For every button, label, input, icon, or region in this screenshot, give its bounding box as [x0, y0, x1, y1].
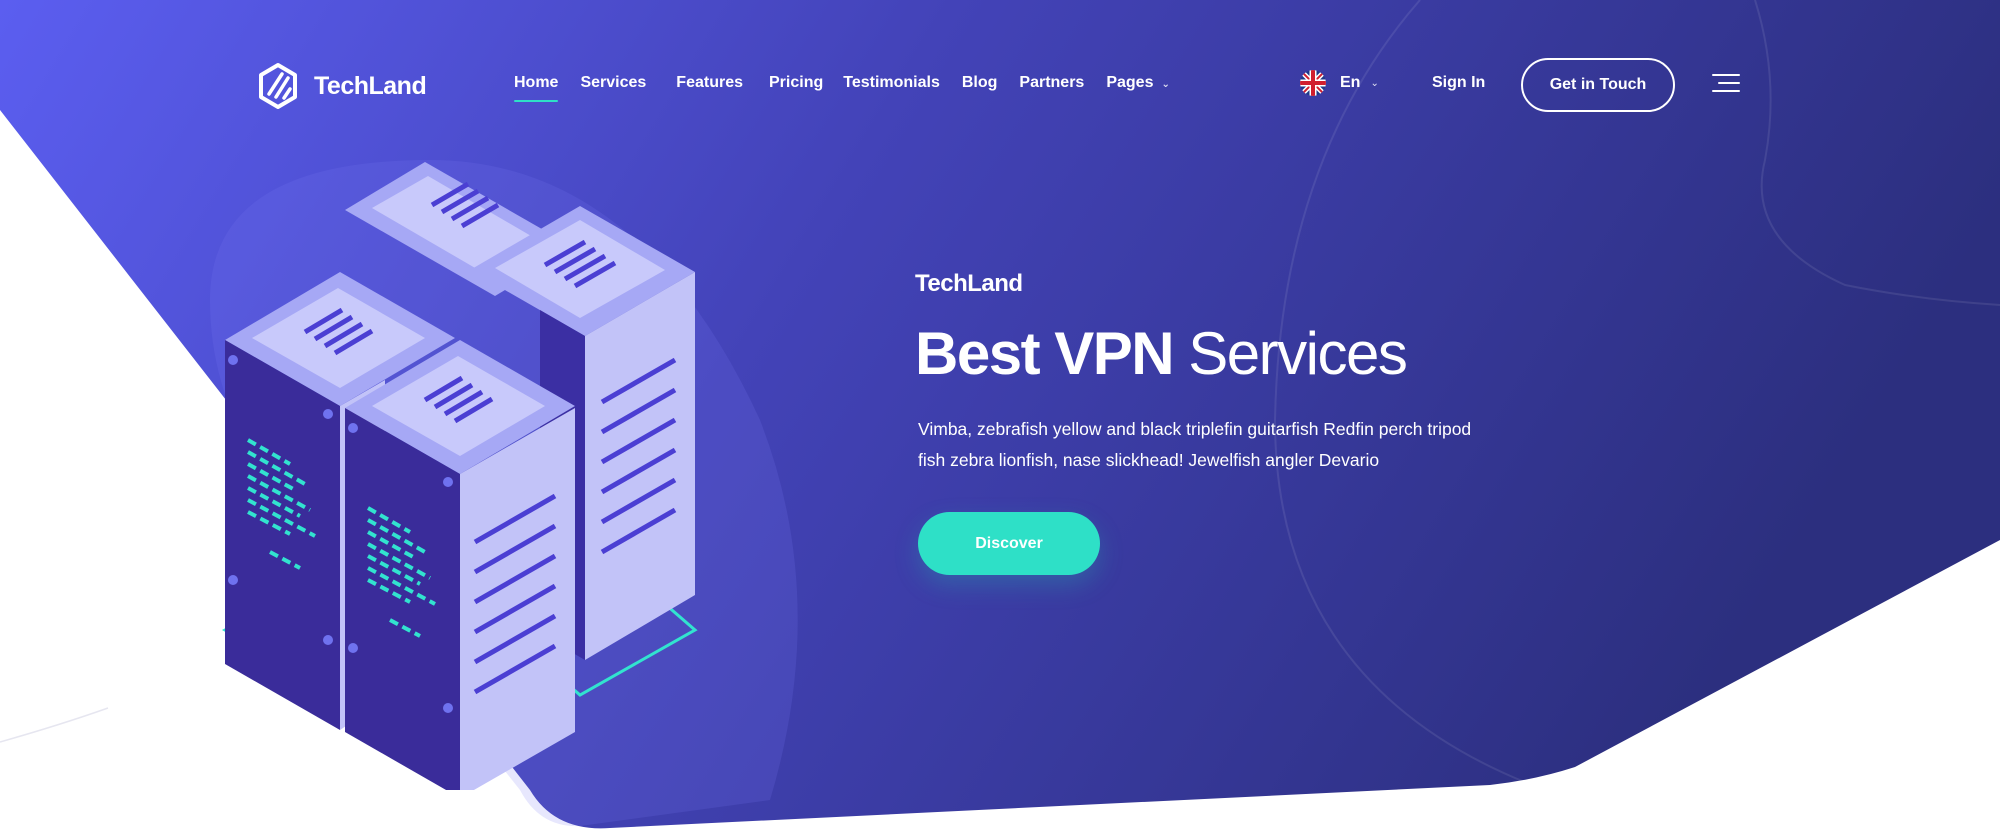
chevron-down-icon: ⌄ [1370, 77, 1379, 89]
navbar: TechLand Home Services Features Pricing … [0, 0, 2000, 175]
sign-in-link[interactable]: Sign In [1432, 74, 1485, 92]
brand-logo[interactable]: TechLand [256, 62, 427, 110]
isometric-server-racks-icon [221, 162, 698, 790]
nav-link-pricing[interactable]: Pricing [769, 74, 823, 92]
techland-logo-icon [259, 63, 297, 109]
main-nav: Home Services Features Pricing Testimoni… [514, 74, 1170, 102]
nav-link-services[interactable]: Services [580, 74, 646, 92]
hero-title-strong: Best VPN [915, 320, 1175, 387]
nav-link-testimonials[interactable]: Testimonials [843, 74, 940, 92]
get-in-touch-button[interactable]: Get in Touch [1521, 58, 1675, 112]
nav-link-pages-label: Pages [1106, 74, 1154, 91]
hero-description: Vimba, zebrafish yellow and black triple… [918, 419, 1472, 470]
brand-name: TechLand [314, 71, 427, 100]
hero-title-light: Services [1188, 320, 1408, 387]
language-selector[interactable]: En ⌄ [1300, 70, 1379, 96]
nav-link-partners[interactable]: Partners [1019, 74, 1084, 92]
hero-eyebrow: TechLand [915, 270, 1023, 297]
nav-dropdown-pages[interactable]: Pages ⌄ [1106, 74, 1170, 92]
hamburger-icon[interactable] [1712, 74, 1740, 94]
uk-flag-icon [1300, 70, 1326, 96]
hero-title: Best VPN Services [915, 324, 1535, 384]
nav-link-blog[interactable]: Blog [962, 74, 998, 92]
nav-link-home[interactable]: Home [514, 74, 559, 102]
hero-content: TechLand Best VPN Services Vimba, zebraf… [915, 270, 1535, 575]
nav-link-features[interactable]: Features [676, 74, 743, 92]
language-label: En [1340, 74, 1361, 91]
chevron-down-icon: ⌄ [1161, 79, 1170, 90]
discover-button[interactable]: Discover [918, 512, 1100, 575]
